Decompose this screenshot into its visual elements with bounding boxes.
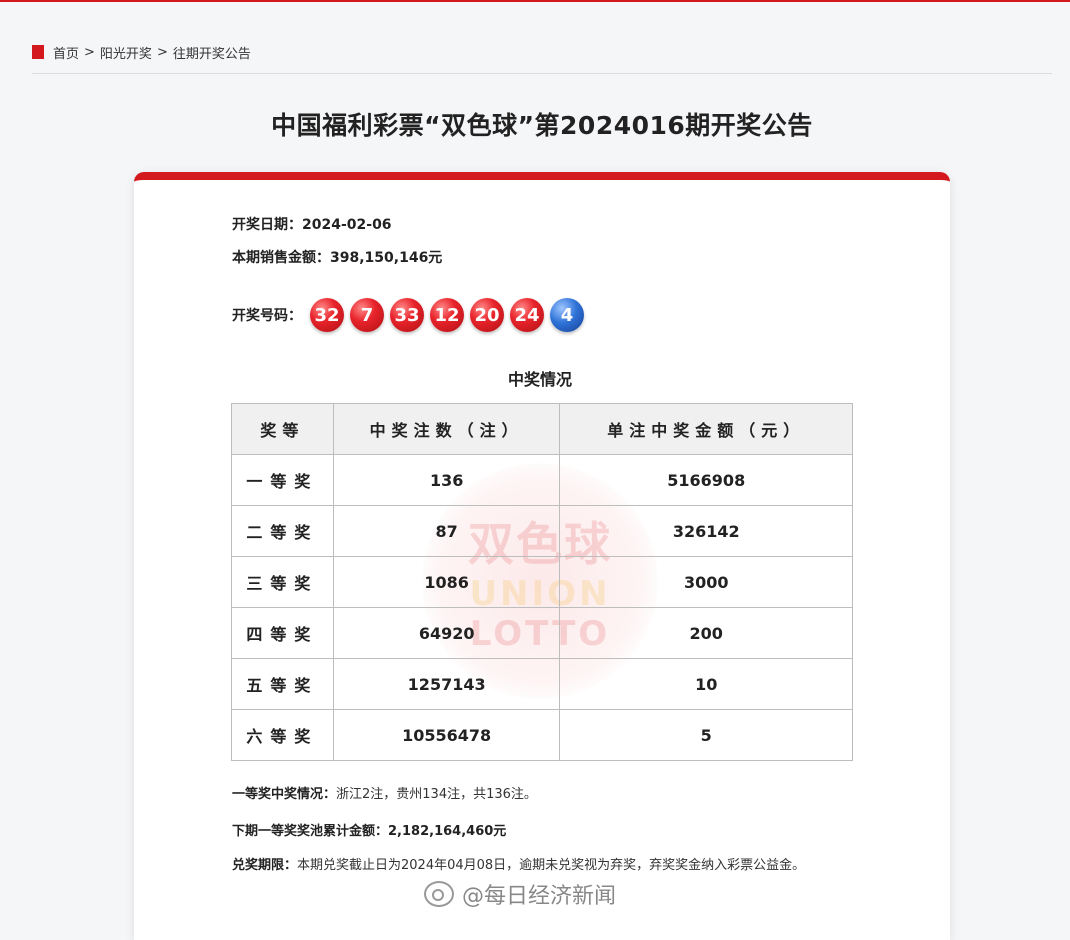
red-ball: 12 (430, 298, 464, 332)
red-ball: 24 (510, 298, 544, 332)
winning-numbers: 开奖号码： 32 7 33 12 20 24 4 (232, 298, 590, 332)
header-level: 奖等 (231, 403, 334, 455)
weibo-icon (424, 881, 454, 907)
prize-level: 六等奖 (231, 709, 334, 761)
breadcrumb-history-link[interactable]: 往期开奖公告 (173, 43, 251, 62)
breadcrumb-marker-icon (32, 45, 44, 59)
prize-section-title: 中奖情况 (507, 370, 572, 389)
sales-amount-value: 398,150,146元 (330, 250, 443, 266)
table-row: 三等奖 1086 3000 (231, 556, 853, 608)
draw-date: 开奖日期：2024-02-06 (232, 214, 392, 234)
breadcrumb-separator: > (84, 44, 95, 60)
jackpot-pool-label: 下期一等奖奖池累计金额： (232, 824, 389, 839)
breadcrumb-sunshine-link[interactable]: 阳光开奖 (100, 43, 152, 62)
prize-count: 10556478 (332, 709, 561, 761)
prize-amount: 5166908 (559, 454, 853, 506)
top-accent-line (0, 0, 1070, 2)
prize-level: 二等奖 (231, 505, 334, 557)
blue-ball: 4 (550, 298, 584, 332)
breadcrumb: 首页 > 阳光开奖 > 往期开奖公告 (32, 42, 251, 62)
jackpot-pool: 下期一等奖奖池累计金额：2,182,164,460元 (232, 820, 506, 839)
prize-count: 1086 (332, 556, 561, 608)
sales-amount-label: 本期销售金额： (232, 250, 330, 266)
first-prize-distribution: 一等奖中奖情况：浙江2注，贵州134注，共136注。 (232, 783, 537, 802)
red-ball: 32 (310, 298, 344, 332)
red-ball: 33 (390, 298, 424, 332)
prize-level: 一等奖 (231, 454, 334, 506)
source-text: @每日经济新闻 (462, 884, 617, 909)
sales-amount: 本期销售金额：398,150,146元 (232, 247, 442, 267)
draw-result-card: 开奖日期：2024-02-06 本期销售金额：398,150,146元 开奖号码… (134, 172, 950, 940)
breadcrumb-divider (32, 73, 1052, 74)
prize-table: 奖等 中奖注数（注） 单注中奖金额（元） 一等奖 136 5166908 二等奖… (231, 403, 853, 761)
header-count: 中奖注数（注） (332, 403, 561, 455)
prize-amount: 5 (559, 709, 853, 761)
claim-deadline: 兑奖期限： 本期兑奖截止日为2024年04月08日，逾期未兑奖视为弃奖，弃奖奖金纳… (232, 856, 852, 876)
table-row: 二等奖 87 326142 (231, 505, 853, 557)
page-title: 中国福利彩票“双色球”第2024016期开奖公告 (271, 111, 813, 140)
draw-date-value: 2024-02-06 (302, 217, 392, 233)
table-row: 四等奖 64920 200 (231, 607, 853, 659)
first-prize-label: 一等奖中奖情况： (232, 787, 337, 802)
claim-deadline-text: 本期兑奖截止日为2024年04月08日，逾期未兑奖视为弃奖，弃奖奖金纳入彩票公益… (297, 858, 806, 873)
breadcrumb-separator: > (156, 44, 168, 60)
prize-table-header: 奖等 中奖注数（注） 单注中奖金额（元） (231, 403, 853, 455)
prize-amount: 326142 (559, 505, 853, 557)
source-watermark: @每日经济新闻 (424, 878, 616, 910)
breadcrumb-home-link[interactable]: 首页 (53, 43, 79, 62)
prize-count: 1257143 (332, 658, 561, 710)
winning-numbers-label: 开奖号码： (232, 308, 302, 324)
prize-count: 136 (332, 454, 561, 506)
table-row: 五等奖 1257143 10 (231, 658, 853, 710)
claim-deadline-label: 兑奖期限： (232, 858, 298, 873)
first-prize-text: 浙江2注，贵州134注，共136注。 (336, 787, 537, 802)
prize-level: 五等奖 (231, 658, 334, 710)
prize-count: 64920 (332, 607, 561, 659)
prize-level: 三等奖 (231, 556, 334, 608)
table-row: 六等奖 10556478 5 (231, 709, 853, 761)
jackpot-pool-value: 2,182,164,460元 (388, 824, 507, 839)
red-ball: 7 (350, 298, 384, 332)
table-row: 一等奖 136 5166908 (231, 454, 853, 506)
draw-date-label: 开奖日期： (232, 217, 302, 233)
prize-amount: 200 (559, 607, 853, 659)
header-amount: 单注中奖金额（元） (559, 403, 853, 455)
prize-count: 87 (332, 505, 561, 557)
red-ball: 20 (470, 298, 504, 332)
prize-level: 四等奖 (231, 607, 334, 659)
prize-amount: 10 (559, 658, 853, 710)
prize-amount: 3000 (559, 556, 853, 608)
